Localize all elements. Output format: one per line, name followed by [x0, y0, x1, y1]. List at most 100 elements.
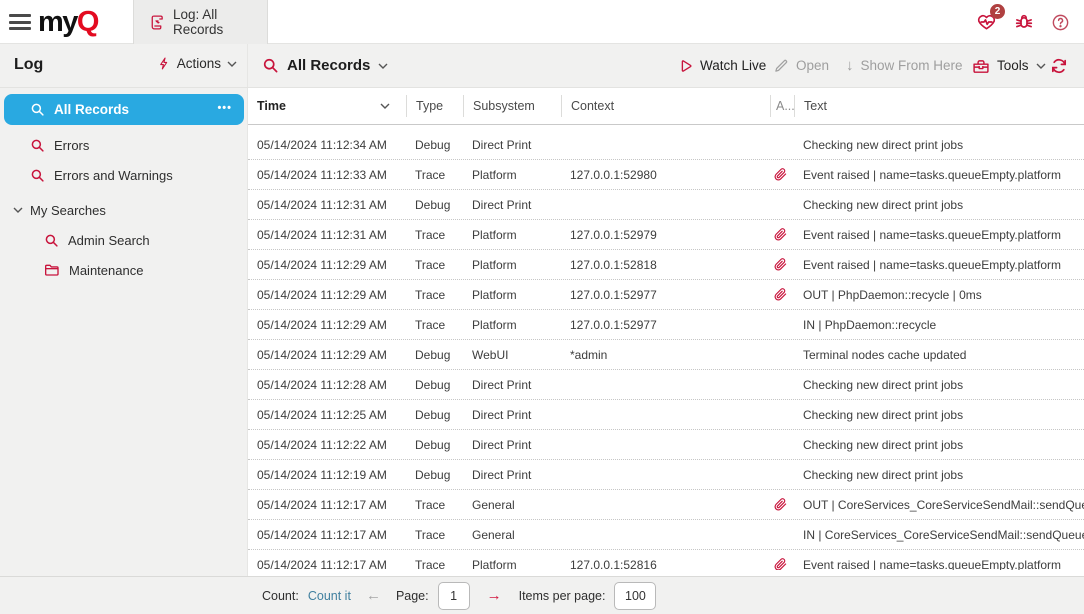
cell-time: 05/14/2024 11:12:22 AM — [248, 438, 406, 452]
cell-text: Event raised | name=tasks.queueEmpty.pla… — [794, 228, 1084, 242]
column-header-text[interactable]: Text — [794, 95, 1084, 117]
cell-type: Debug — [406, 408, 463, 422]
table-row[interactable]: 05/14/2024 11:12:34 AM Debug Direct Prin… — [248, 130, 1084, 160]
cell-attachment — [770, 258, 794, 271]
cell-text: Checking new direct print jobs — [794, 138, 1084, 152]
sidebar-item-label: Admin Search — [68, 233, 150, 248]
count-it-link[interactable]: Count it — [308, 589, 351, 603]
refresh-button[interactable] — [1050, 44, 1068, 87]
cell-subsystem: Platform — [463, 258, 561, 272]
toolbox-icon — [972, 58, 990, 74]
tab-label: Log: All Records — [173, 7, 267, 37]
page-label: Page: — [396, 589, 429, 603]
sidebar-group-label: My Searches — [30, 203, 106, 218]
chevron-down-icon — [1036, 63, 1046, 69]
column-header-attachment[interactable]: A... — [770, 95, 794, 117]
search-icon — [262, 57, 279, 74]
sidebar-item-all-records[interactable]: All Records ••• — [4, 94, 244, 125]
cell-attachment — [770, 468, 794, 481]
cell-subsystem: Direct Print — [463, 138, 561, 152]
cell-text: Checking new direct print jobs — [794, 438, 1084, 452]
cell-text: Checking new direct print jobs — [794, 378, 1084, 392]
debug-bug-icon[interactable] — [1014, 12, 1034, 32]
cell-type: Debug — [406, 138, 463, 152]
cell-attachment — [770, 228, 794, 241]
cell-text: Checking new direct print jobs — [794, 198, 1084, 212]
open-button[interactable]: Open — [774, 44, 829, 87]
cell-time: 05/14/2024 11:12:25 AM — [248, 408, 406, 422]
sidebar-item-maintenance[interactable]: Maintenance — [0, 255, 248, 285]
table-row[interactable]: 05/14/2024 11:12:25 AM Debug Direct Prin… — [248, 400, 1084, 430]
table-row[interactable]: 05/14/2024 11:12:33 AM Trace Platform 12… — [248, 160, 1084, 190]
play-icon — [678, 58, 693, 74]
cell-time: 05/14/2024 11:12:17 AM — [248, 498, 406, 512]
cell-time: 05/14/2024 11:12:17 AM — [248, 558, 406, 571]
watch-live-label: Watch Live — [700, 58, 766, 73]
chevron-down-icon — [13, 207, 23, 213]
table-row[interactable]: 05/14/2024 11:12:17 AM Trace General OUT… — [248, 490, 1084, 520]
watch-live-button[interactable]: Watch Live — [678, 44, 766, 87]
sidebar-group-my-searches[interactable]: My Searches — [0, 195, 248, 225]
sidebar-item-label: Maintenance — [69, 263, 143, 278]
cell-attachment — [770, 438, 794, 451]
sidebar-item-errors[interactable]: Errors — [0, 130, 248, 160]
table-row[interactable]: 05/14/2024 11:12:29 AM Trace Platform 12… — [248, 310, 1084, 340]
table-row[interactable]: 05/14/2024 11:12:29 AM Trace Platform 12… — [248, 280, 1084, 310]
table-row[interactable]: 05/14/2024 11:12:29 AM Debug WebUI *admi… — [248, 340, 1084, 370]
cell-time: 05/14/2024 11:12:34 AM — [248, 138, 406, 152]
next-page-arrow-icon[interactable]: → — [487, 588, 502, 603]
items-per-page-input[interactable] — [614, 582, 656, 610]
table-row[interactable]: 05/14/2024 11:12:19 AM Debug Direct Prin… — [248, 460, 1084, 490]
sidebar: All Records ••• Errors Errors and Warnin… — [0, 88, 248, 576]
table-row[interactable]: 05/14/2024 11:12:22 AM Debug Direct Prin… — [248, 430, 1084, 460]
tools-button[interactable]: Tools — [972, 44, 1046, 87]
column-header-time[interactable]: Time — [248, 95, 406, 117]
page-input[interactable] — [438, 582, 470, 610]
cell-context: 127.0.0.1:52977 — [561, 318, 770, 332]
cell-attachment — [770, 288, 794, 301]
column-header-type[interactable]: Type — [406, 95, 463, 117]
table-row[interactable]: 05/14/2024 11:12:31 AM Debug Direct Prin… — [248, 190, 1084, 220]
items-per-page-label: Items per page: — [519, 589, 606, 603]
table-row[interactable]: 05/14/2024 11:12:17 AM Trace Platform 12… — [248, 550, 1084, 570]
cell-time: 05/14/2024 11:12:29 AM — [248, 318, 406, 332]
folder-icon — [44, 263, 60, 277]
cell-type: Trace — [406, 168, 463, 182]
open-label: Open — [796, 58, 829, 73]
cell-context: 127.0.0.1:52980 — [561, 168, 770, 182]
column-header-context[interactable]: Context — [561, 95, 770, 117]
cell-type: Trace — [406, 288, 463, 302]
previous-page-arrow-icon[interactable]: ← — [366, 588, 381, 603]
table-row[interactable]: 05/14/2024 11:12:29 AM Trace Platform 12… — [248, 250, 1084, 280]
cell-attachment — [770, 408, 794, 421]
hamburger-menu-icon[interactable] — [9, 14, 31, 30]
cell-text: IN | CoreServices_CoreServiceSendMail::s… — [794, 528, 1084, 542]
cell-time: 05/14/2024 11:12:29 AM — [248, 348, 406, 362]
item-menu-ellipsis-icon[interactable]: ••• — [217, 94, 232, 125]
sidebar-item-label: Errors and Warnings — [54, 168, 173, 183]
log-table: Time Type Subsystem Context A... Text 05… — [248, 88, 1084, 576]
help-icon[interactable] — [1051, 13, 1070, 32]
cell-context: 127.0.0.1:52816 — [561, 558, 770, 571]
show-from-here-button[interactable]: ↓ Show From Here — [846, 44, 963, 87]
column-header-subsystem[interactable]: Subsystem — [463, 95, 561, 117]
cell-text: Checking new direct print jobs — [794, 408, 1084, 422]
sidebar-item-errors-and-warnings[interactable]: Errors and Warnings — [0, 160, 248, 190]
cell-attachment — [770, 198, 794, 211]
cell-subsystem: Platform — [463, 288, 561, 302]
cell-attachment — [770, 558, 794, 570]
table-row[interactable]: 05/14/2024 11:12:17 AM Trace General IN … — [248, 520, 1084, 550]
table-row[interactable]: 05/14/2024 11:12:28 AM Debug Direct Prin… — [248, 370, 1084, 400]
view-title-dropdown[interactable]: All Records — [262, 44, 388, 87]
table-rows: 05/14/2024 11:12:34 AM Debug Direct Prin… — [248, 125, 1084, 570]
cell-context: 127.0.0.1:52818 — [561, 258, 770, 272]
cell-subsystem: Direct Print — [463, 468, 561, 482]
cell-type: Trace — [406, 258, 463, 272]
table-row[interactable]: 05/14/2024 11:12:31 AM Trace Platform 12… — [248, 220, 1084, 250]
sidebar-item-admin-search[interactable]: Admin Search — [0, 225, 248, 255]
health-status-icon[interactable]: 2 — [976, 12, 997, 32]
lightning-icon — [158, 55, 171, 72]
cell-subsystem: Direct Print — [463, 438, 561, 452]
tab-log-all-records[interactable]: Log: All Records — [133, 0, 268, 44]
actions-button[interactable]: Actions — [158, 55, 237, 72]
